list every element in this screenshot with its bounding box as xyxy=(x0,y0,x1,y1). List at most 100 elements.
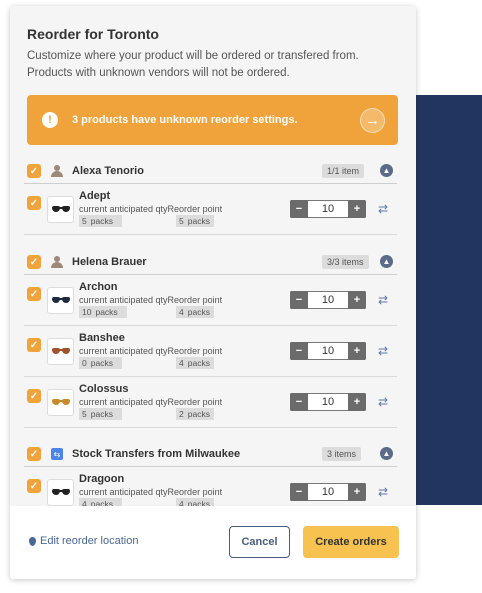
vendor-group-header: ✓ Alexa Tenorio 1/1 item ▲ xyxy=(10,158,416,184)
swap-source-icon[interactable]: ⇄ xyxy=(376,202,390,216)
product-subtitle: current anticipated qtyReorder point xyxy=(79,204,223,214)
current-qty-pill: 5 packs xyxy=(79,215,122,227)
edit-location-label: Edit reorder location xyxy=(40,535,139,547)
vendor-group-list[interactable]: ✓ Alexa Tenorio 1/1 item ▲ ✓ Adept curre… xyxy=(10,156,416,506)
product-name: Banshee xyxy=(79,332,125,344)
dialog-title: Reorder for Toronto xyxy=(27,26,159,42)
increment-button[interactable]: + xyxy=(348,393,366,411)
item-count-badge: 3 items xyxy=(322,447,362,461)
quantity-stepper: − 10 + xyxy=(290,393,366,411)
product-name: Colossus xyxy=(79,383,129,395)
current-qty-pill: 0 packs xyxy=(79,357,122,369)
item-checkbox[interactable]: ✓ xyxy=(27,338,41,352)
swap-source-icon[interactable]: ⇄ xyxy=(376,485,390,499)
edit-reorder-location-link[interactable]: Edit reorder location xyxy=(29,535,138,547)
reorder-point-pill: 4 packs xyxy=(176,357,214,369)
dialog-subtitle: Customize where your product will be ord… xyxy=(27,50,359,79)
current-unit: packs xyxy=(95,307,118,317)
reorder-qty: 4 xyxy=(179,499,184,506)
product-subtitle: current anticipated qtyReorder point xyxy=(79,487,223,497)
current-unit: packs xyxy=(90,216,113,226)
quantity-value[interactable]: 10 xyxy=(309,292,347,308)
current-qty-pill: 4 packs xyxy=(79,498,122,506)
group-name: Alexa Tenorio xyxy=(72,165,144,177)
group-checkbox[interactable]: ✓ xyxy=(27,164,41,178)
alert-text: 3 products have unknown reorder settings… xyxy=(72,114,298,126)
decrement-button[interactable]: − xyxy=(290,342,308,360)
quantity-stepper: − 10 + xyxy=(290,200,366,218)
group-name: Helena Brauer xyxy=(72,256,147,268)
chevron-up-icon[interactable]: ▲ xyxy=(380,164,393,177)
list-item: ✓ Colossus current anticipated qtyReorde… xyxy=(10,377,416,428)
product-name: Archon xyxy=(79,281,118,293)
vendor-group-header: ✓ Helena Brauer 3/3 items ▲ xyxy=(10,249,416,275)
decrement-button[interactable]: − xyxy=(290,200,308,218)
reorder-point-pill: 5 packs xyxy=(176,215,214,227)
product-name: Adept xyxy=(79,190,111,202)
product-thumbnail xyxy=(47,287,74,314)
product-thumbnail xyxy=(47,479,74,506)
group-name: Stock Transfers from Milwaukee xyxy=(72,448,241,460)
create-orders-button[interactable]: Create orders xyxy=(303,526,399,558)
group-checkbox[interactable]: ✓ xyxy=(27,255,41,269)
quantity-value[interactable]: 10 xyxy=(309,484,347,500)
current-qty-pill: 10 packs xyxy=(79,306,127,318)
arrow-right-icon[interactable]: → xyxy=(360,108,385,133)
reorder-point-pill: 2 packs xyxy=(176,408,214,420)
current-qty: 4 xyxy=(82,499,87,506)
increment-button[interactable]: + xyxy=(348,291,366,309)
swap-source-icon[interactable]: ⇄ xyxy=(376,293,390,307)
product-thumbnail xyxy=(47,389,74,416)
cancel-button[interactable]: Cancel xyxy=(229,526,290,558)
chevron-up-icon[interactable]: ▲ xyxy=(380,447,393,460)
quantity-value[interactable]: 10 xyxy=(309,201,347,217)
item-checkbox[interactable]: ✓ xyxy=(27,287,41,301)
current-qty: 0 xyxy=(82,358,87,368)
swap-source-icon[interactable]: ⇄ xyxy=(376,344,390,358)
current-qty: 10 xyxy=(82,307,92,317)
vendor-group-header: ✓ ⇆ Stock Transfers from Milwaukee 3 ite… xyxy=(10,441,416,467)
chevron-up-icon[interactable]: ▲ xyxy=(380,255,393,268)
transfer-icon: ⇆ xyxy=(51,448,63,460)
item-checkbox[interactable]: ✓ xyxy=(27,196,41,210)
list-item: ✓ Banshee current anticipated qtyReorder… xyxy=(10,326,416,377)
background-panel xyxy=(415,95,482,505)
quantity-stepper: − 10 + xyxy=(290,291,366,309)
increment-button[interactable]: + xyxy=(348,342,366,360)
list-item: ✓ Adept current anticipated qtyReorder p… xyxy=(10,184,416,235)
current-qty: 5 xyxy=(82,216,87,226)
reorder-unit: packs xyxy=(187,499,210,506)
product-subtitle: current anticipated qtyReorder point xyxy=(79,397,223,407)
reorder-unit: packs xyxy=(187,307,210,317)
current-qty-pill: 5 packs xyxy=(79,408,122,420)
product-subtitle: current anticipated qtyReorder point xyxy=(79,346,223,356)
decrement-button[interactable]: − xyxy=(290,291,308,309)
quantity-value[interactable]: 10 xyxy=(309,343,347,359)
group-checkbox[interactable]: ✓ xyxy=(27,447,41,461)
list-item: ✓ Dragoon current anticipated qtyReorder… xyxy=(10,467,416,506)
current-unit: packs xyxy=(90,499,113,506)
reorder-point-pill: 4 packs xyxy=(176,306,214,318)
exclamation-icon: ! xyxy=(42,112,58,128)
item-checkbox[interactable]: ✓ xyxy=(27,479,41,493)
product-thumbnail xyxy=(47,338,74,365)
reorder-qty: 4 xyxy=(179,358,184,368)
product-subtitle: current anticipated qtyReorder point xyxy=(79,295,223,305)
person-icon xyxy=(51,256,63,268)
reorder-unit: packs xyxy=(187,409,210,419)
increment-button[interactable]: + xyxy=(348,483,366,501)
reorder-qty: 5 xyxy=(179,216,184,226)
swap-source-icon[interactable]: ⇄ xyxy=(376,395,390,409)
item-count-badge: 3/3 items xyxy=(322,255,369,269)
increment-button[interactable]: + xyxy=(348,200,366,218)
item-count-badge: 1/1 item xyxy=(322,164,365,178)
item-checkbox[interactable]: ✓ xyxy=(27,389,41,403)
product-thumbnail xyxy=(47,196,74,223)
product-name: Dragoon xyxy=(79,473,125,485)
decrement-button[interactable]: − xyxy=(290,483,308,501)
quantity-value[interactable]: 10 xyxy=(309,394,347,410)
unknown-settings-alert[interactable]: ! 3 products have unknown reorder settin… xyxy=(27,95,398,145)
quantity-stepper: − 10 + xyxy=(290,342,366,360)
decrement-button[interactable]: − xyxy=(290,393,308,411)
reorder-unit: packs xyxy=(187,216,210,226)
